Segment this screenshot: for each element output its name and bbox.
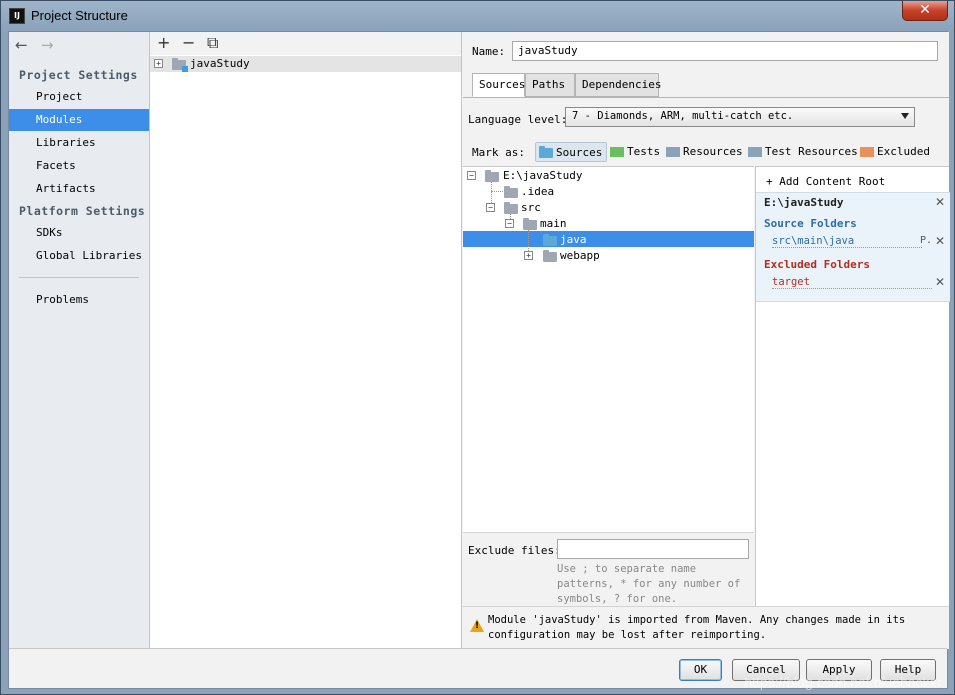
title-bar: IJ Project Structure ✕ bbox=[1, 1, 954, 31]
section-project-settings: Project Settings bbox=[19, 68, 138, 82]
nav-item-facets[interactable]: Facets bbox=[9, 155, 149, 177]
tests-folder-icon bbox=[610, 147, 624, 157]
sources-tab-panel: Language level: 7 - Diamonds, ARM, multi… bbox=[463, 97, 950, 649]
expand-icon[interactable]: + bbox=[154, 59, 163, 68]
content-root-block: E:\javaStudy ✕ Source Folders src\main\j… bbox=[756, 192, 950, 302]
remove-excluded-folder-icon[interactable]: ✕ bbox=[935, 275, 945, 289]
folder-icon bbox=[523, 218, 537, 230]
add-content-root-button[interactable]: + Add Content Root bbox=[766, 175, 885, 188]
content-roots-panel: + Add Content Root E:\javaStudy ✕ Source… bbox=[755, 166, 950, 606]
nav-item-modules[interactable]: Modules bbox=[9, 109, 149, 131]
sources-folder-icon bbox=[539, 146, 553, 158]
tree-node-src[interactable]: src bbox=[521, 200, 541, 216]
tree-node-root[interactable]: E:\javaStudy bbox=[503, 168, 582, 184]
module-folder-icon bbox=[172, 58, 188, 72]
module-name-field[interactable]: javaStudy bbox=[512, 41, 938, 61]
tree-node-main[interactable]: main bbox=[540, 216, 567, 232]
tree-node-idea[interactable]: .idea bbox=[521, 184, 554, 200]
expand-icon[interactable]: + bbox=[524, 251, 533, 260]
folder-icon bbox=[504, 186, 518, 198]
collapse-icon[interactable]: − bbox=[486, 203, 495, 212]
nav-item-project[interactable]: Project bbox=[9, 86, 149, 108]
language-level-value: 7 - Diamonds, ARM, multi-catch etc. bbox=[572, 110, 794, 122]
project-structure-window: IJ Project Structure ✕ ← → Project Settin… bbox=[0, 0, 955, 695]
source-folder-icon bbox=[543, 234, 557, 246]
source-folders-title: Source Folders bbox=[764, 217, 857, 230]
folder-icon bbox=[543, 250, 557, 262]
tree-guide bbox=[491, 191, 503, 192]
source-folder-item[interactable]: src\main\java bbox=[772, 235, 922, 248]
warning-text: Module 'javaStudy' is imported from Mave… bbox=[488, 614, 906, 641]
mark-as-label: Mark as: bbox=[472, 146, 525, 159]
module-row[interactable]: + javaStudy bbox=[150, 56, 461, 72]
collapse-icon[interactable]: − bbox=[505, 219, 514, 228]
nav-item-sdks[interactable]: SDKs bbox=[9, 222, 149, 244]
forward-arrow-icon[interactable]: → bbox=[41, 36, 67, 54]
nav-item-artifacts[interactable]: Artifacts bbox=[9, 178, 149, 200]
language-level-label: Language level: bbox=[468, 113, 568, 126]
module-list-panel: + − ⧉ + javaStudy bbox=[150, 32, 462, 648]
selected-row-highlight bbox=[463, 231, 754, 247]
excluded-folder-item[interactable]: target bbox=[772, 276, 932, 289]
tab-paths[interactable]: Paths bbox=[525, 73, 575, 97]
mark-tests-button[interactable]: Tests bbox=[607, 142, 660, 162]
exclude-files-field[interactable] bbox=[557, 539, 749, 559]
chevron-down-icon bbox=[901, 113, 909, 119]
tree-node-webapp[interactable]: webapp bbox=[560, 248, 600, 264]
exclude-files-hint: Use ; to separate name patterns, * for a… bbox=[557, 563, 741, 605]
tree-node-java[interactable]: java bbox=[560, 232, 587, 248]
content-root-path: E:\javaStudy bbox=[764, 196, 844, 209]
dialog-body: ← → Project Settings Project Modules Libr… bbox=[8, 31, 950, 689]
remove-source-folder-icon[interactable]: ✕ bbox=[935, 234, 945, 248]
folder-icon bbox=[485, 170, 499, 182]
remove-icon[interactable]: − bbox=[182, 33, 195, 52]
ok-button[interactable]: OK bbox=[679, 659, 722, 681]
collapse-icon[interactable]: − bbox=[467, 171, 476, 180]
module-settings-panel: Name: javaStudy Sources Paths Dependenci… bbox=[463, 32, 950, 649]
maven-warning: ! Module 'javaStudy' is imported from Ma… bbox=[463, 606, 949, 649]
tab-sources[interactable]: Sources bbox=[472, 73, 525, 97]
intellij-icon: IJ bbox=[9, 8, 25, 24]
mark-resources-button[interactable]: Resources bbox=[663, 142, 743, 162]
excluded-folders-title: Excluded Folders bbox=[764, 258, 870, 271]
nav-divider bbox=[19, 277, 139, 278]
mark-sources-button[interactable]: Sources bbox=[535, 142, 608, 162]
mark-test-resources-button[interactable]: Test Resources bbox=[745, 142, 858, 162]
exclude-files-label: Exclude files: bbox=[468, 544, 561, 557]
language-level-dropdown[interactable]: 7 - Diamonds, ARM, multi-catch etc. bbox=[565, 107, 915, 127]
nav-arrows: ← → bbox=[15, 36, 67, 54]
back-arrow-icon[interactable]: ← bbox=[15, 36, 41, 54]
package-prefix-icon[interactable]: P. bbox=[920, 235, 932, 246]
section-platform-settings: Platform Settings bbox=[19, 204, 146, 218]
remove-root-icon[interactable]: ✕ bbox=[935, 195, 945, 209]
settings-nav: ← → Project Settings Project Modules Libr… bbox=[9, 32, 150, 648]
watermark: https://blog.csdn.net/bluehacker bbox=[744, 674, 942, 690]
module-toolbar: + − ⧉ bbox=[150, 32, 461, 55]
module-name: javaStudy bbox=[190, 57, 250, 70]
close-icon[interactable]: ✕ bbox=[902, 1, 948, 21]
nav-item-global-libraries[interactable]: Global Libraries bbox=[9, 245, 149, 267]
window-title: Project Structure bbox=[31, 8, 128, 23]
nav-item-problems[interactable]: Problems bbox=[9, 289, 149, 311]
add-icon: + bbox=[766, 175, 773, 188]
tab-dependencies[interactable]: Dependencies bbox=[575, 73, 661, 97]
add-icon[interactable]: + bbox=[157, 33, 170, 52]
warning-icon: ! bbox=[470, 619, 484, 632]
excluded-folder-icon bbox=[860, 147, 874, 157]
name-label: Name: bbox=[472, 45, 506, 58]
folder-icon bbox=[504, 202, 518, 214]
copy-icon[interactable]: ⧉ bbox=[207, 33, 218, 53]
exclude-files-section: Exclude files: Use ; to separate name pa… bbox=[463, 532, 754, 606]
resources-folder-icon bbox=[666, 147, 680, 157]
test-resources-folder-icon bbox=[748, 147, 762, 157]
nav-item-libraries[interactable]: Libraries bbox=[9, 132, 149, 154]
content-root-tree: − E:\javaStudy .idea − src − main java + bbox=[463, 166, 754, 532]
mark-excluded-button[interactable]: Excluded bbox=[857, 142, 930, 162]
